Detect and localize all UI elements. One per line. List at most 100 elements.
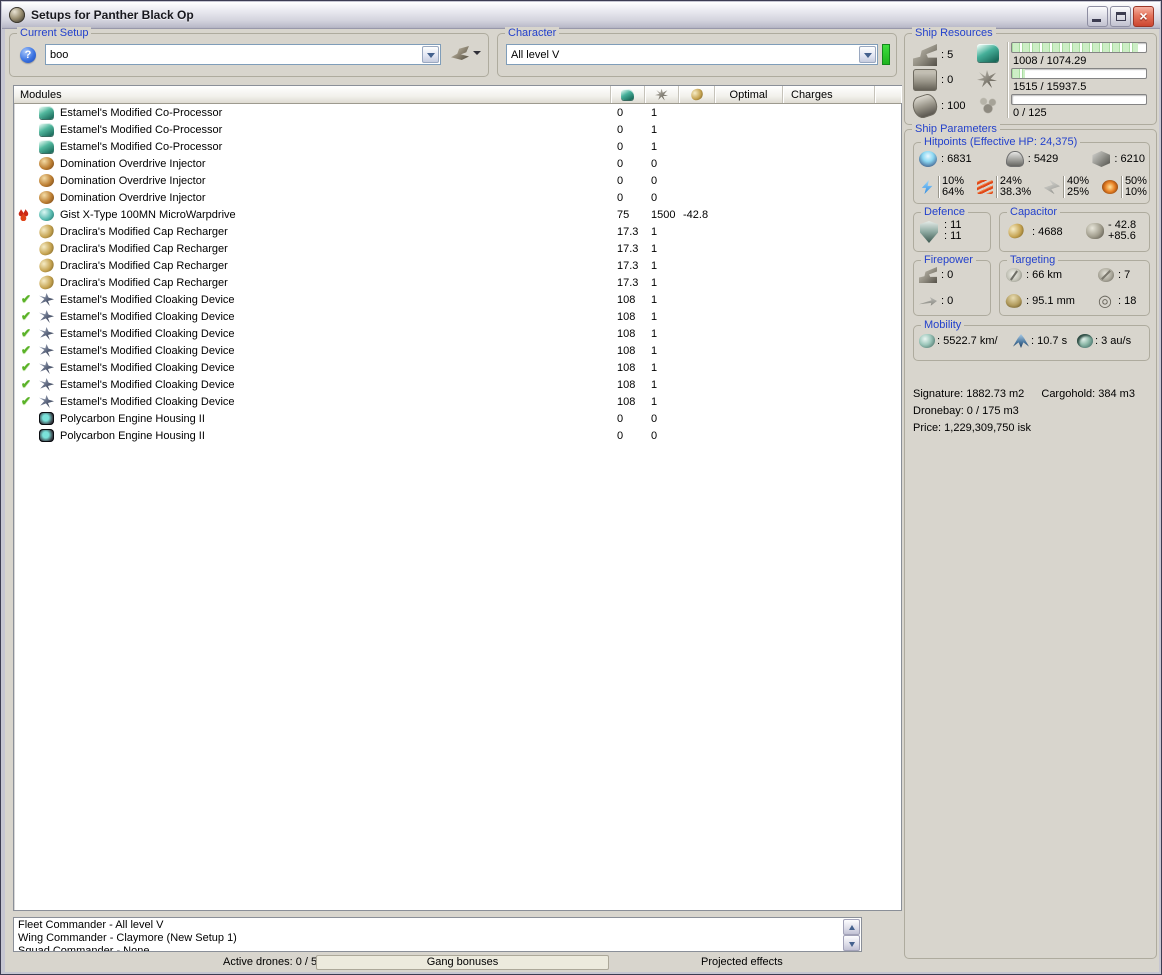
module-row[interactable]: ✔ Estamel's Modified Cloaking Device 108… xyxy=(14,342,901,359)
module-powergrid: 1 xyxy=(651,378,658,391)
capacitor-flow-icon xyxy=(1086,223,1104,239)
calibration: : 100 xyxy=(910,91,966,121)
module-powergrid: 0 xyxy=(651,174,658,187)
module-row[interactable]: ✔ Draclira's Modified Cap Recharger 17.3… xyxy=(14,273,901,292)
cpu-usage-icon xyxy=(621,89,634,100)
module-cpu: 108 xyxy=(617,293,636,306)
setup-combobox-arrow[interactable] xyxy=(422,46,439,63)
powergrid-icon xyxy=(977,70,997,88)
character-combobox-arrow[interactable] xyxy=(859,46,876,63)
minimize-button[interactable] xyxy=(1087,6,1108,27)
warp-speed-value: : 3 au/s xyxy=(1095,335,1132,347)
module-cpu: 108 xyxy=(617,327,636,340)
row-status: ✔ xyxy=(14,342,39,359)
firepower-group: Firepower : 0 : 0 xyxy=(913,254,991,316)
scroll-down-button[interactable] xyxy=(843,935,860,951)
launcher-hardpoints-value: : 0 xyxy=(941,74,954,86)
module-row[interactable]: ✔ Estamel's Modified Cloaking Device 108… xyxy=(14,291,901,308)
column-header-modules: Modules xyxy=(14,86,611,103)
module-cpu: 17.3 xyxy=(617,242,639,255)
module-name: Gist X-Type 100MN MicroWarpdrive xyxy=(60,208,236,221)
ship-resources-label: Ship Resources xyxy=(912,27,996,39)
co-processor-icon xyxy=(39,123,54,136)
microwarpdrive-icon xyxy=(39,208,54,221)
module-row[interactable]: ✔ Estamel's Modified Co-Processor 0 1 xyxy=(14,138,901,155)
scroll-up-button[interactable] xyxy=(843,919,860,935)
help-icon[interactable]: ? xyxy=(20,47,36,63)
module-row[interactable]: ✔ Estamel's Modified Cloaking Device 108… xyxy=(14,359,901,376)
module-name: Estamel's Modified Cloaking Device xyxy=(60,293,235,306)
capacitor-amount: : 4688 xyxy=(1032,226,1063,238)
module-row[interactable]: ✔ Estamel's Modified Co-Processor 0 1 xyxy=(14,121,901,138)
module-powergrid: 0 xyxy=(651,412,658,425)
squad-commander-line[interactable]: Squad Commander - None xyxy=(18,945,841,951)
active-check-icon: ✔ xyxy=(21,394,32,408)
module-row[interactable]: ✔ Polycarbon Engine Housing II 0 0 xyxy=(14,410,901,427)
character-combobox[interactable]: All level V xyxy=(506,44,878,65)
drone-bandwidth-value: 0 / 125 xyxy=(1013,107,1047,119)
fleet-commander-line[interactable]: Fleet Commander - All level V xyxy=(18,919,841,932)
skill-level-indicator xyxy=(882,44,890,65)
defence-shield-icon xyxy=(920,221,938,243)
signature-value: Signature: 1882.73 m2 xyxy=(913,388,1025,400)
maximize-button[interactable] xyxy=(1110,6,1131,27)
max-velocity-icon xyxy=(919,334,935,348)
max-velocity-value: : 5522.7 km/ xyxy=(937,335,998,347)
calibration-icon xyxy=(910,91,940,121)
column-header-optimal: Optimal xyxy=(715,86,783,103)
setup-combobox[interactable]: boo xyxy=(45,44,441,65)
module-row[interactable]: ✔ Domination Overdrive Injector 0 0 xyxy=(14,155,901,172)
module-powergrid: 1 xyxy=(651,395,658,408)
gang-bonuses-button[interactable]: Gang bonuses xyxy=(316,954,609,970)
row-status: ✔ xyxy=(14,240,39,257)
calibration-value: : 100 xyxy=(941,100,966,112)
module-name: Draclira's Modified Cap Recharger xyxy=(60,225,228,238)
overdrive-injector-icon xyxy=(39,157,54,170)
wing-commander-line[interactable]: Wing Commander - Claymore (New Setup 1) xyxy=(18,932,841,945)
module-row[interactable]: ✔ Estamel's Modified Cloaking Device 108… xyxy=(14,325,901,342)
projected-effects-label: Projected effects xyxy=(701,956,783,968)
module-row[interactable]: ✔ Draclira's Modified Cap Recharger 17.3… xyxy=(14,256,901,275)
module-cpu: 108 xyxy=(617,310,636,323)
modules-list: Modules Optimal Charges ✔ Estamel's Modi… xyxy=(13,85,902,911)
module-row[interactable]: ✔ Polycarbon Engine Housing II 0 0 xyxy=(14,427,901,444)
module-row[interactable]: ✔ Estamel's Modified Cloaking Device 108… xyxy=(14,393,901,410)
module-row[interactable]: ✔ Estamel's Modified Co-Processor 0 1 xyxy=(14,104,901,121)
firepower-label: Firepower xyxy=(921,254,976,266)
module-name: Domination Overdrive Injector xyxy=(60,191,206,204)
targeting-range-value: : 66 km xyxy=(1026,269,1063,281)
module-row[interactable]: ✔ Estamel's Modified Cloaking Device 108… xyxy=(14,376,901,393)
module-cpu: 0 xyxy=(617,429,624,442)
module-powergrid: 1 xyxy=(651,310,658,323)
em-icon xyxy=(921,180,933,194)
fleet-bonus-box[interactable]: Fleet Commander - All level V Wing Comma… xyxy=(13,917,862,952)
setup-tools-button[interactable] xyxy=(451,46,481,60)
module-row[interactable]: ✔ Estamel's Modified Cloaking Device 108… xyxy=(14,308,901,325)
module-powergrid: 1 xyxy=(651,225,658,238)
capacitor-icon xyxy=(1005,221,1027,241)
kinetic-resists: 40% 25% xyxy=(1044,176,1089,198)
title-bar[interactable]: Setups for Panther Black Op × xyxy=(2,2,1160,29)
module-cpu: 108 xyxy=(617,395,636,408)
defence-label: Defence xyxy=(921,206,968,218)
module-row[interactable]: ✔ Domination Overdrive Injector 0 0 xyxy=(14,189,901,206)
module-powergrid: 0 xyxy=(651,157,658,170)
row-status: ✔ xyxy=(14,104,39,121)
cap-recharger-icon xyxy=(37,256,56,275)
module-name: Estamel's Modified Cloaking Device xyxy=(60,310,235,323)
module-row[interactable]: ✔ Draclira's Modified Cap Recharger 17.3… xyxy=(14,222,901,241)
launcher-hardpoints: : 0 xyxy=(913,69,953,91)
module-row[interactable]: ✔ Gist X-Type 100MN MicroWarpdrive 75 15… xyxy=(14,206,901,223)
module-row[interactable]: ✔ Draclira's Modified Cap Recharger 17.3… xyxy=(14,239,901,258)
column-header-capacitor xyxy=(679,86,715,103)
fleet-box-scrollbar[interactable] xyxy=(843,919,860,951)
row-status: ✔ xyxy=(14,189,39,206)
capacitor-recharge-rate: +85.6 xyxy=(1108,230,1136,242)
tools-icon xyxy=(451,46,469,60)
module-row[interactable]: ✔ Domination Overdrive Injector 0 0 xyxy=(14,172,901,189)
cloaking-device-icon xyxy=(39,361,54,374)
missile-dps-value: : 0 xyxy=(941,295,954,307)
close-button[interactable]: × xyxy=(1133,6,1154,27)
setup-combobox-value: boo xyxy=(50,48,69,61)
active-drones-status: Active drones: 0 / 5 xyxy=(223,956,318,968)
